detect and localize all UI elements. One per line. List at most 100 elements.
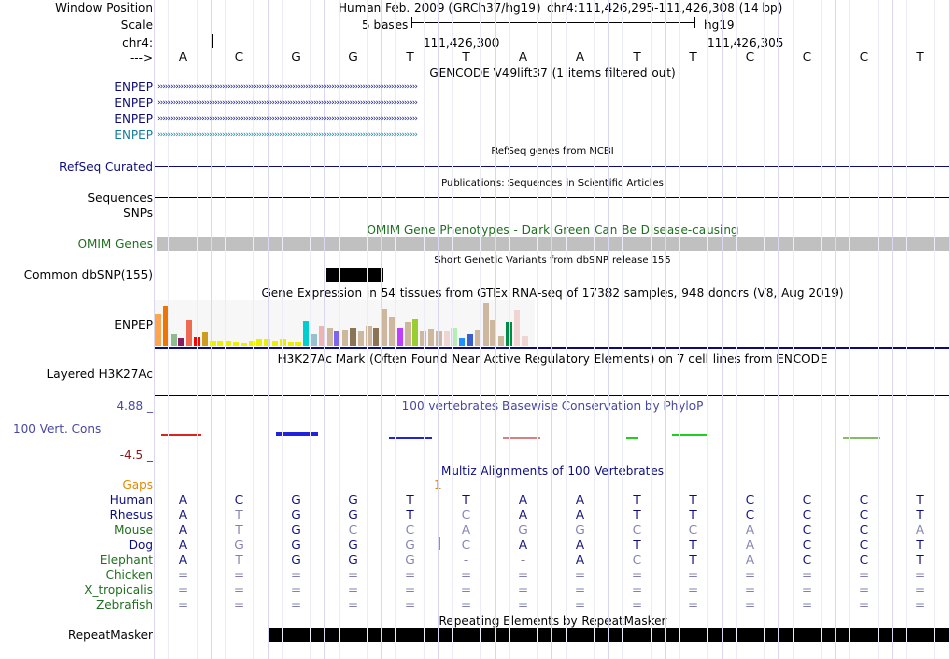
gtex-tissue-bar[interactable]	[217, 341, 224, 346]
multiz-base: T	[633, 538, 641, 552]
repeatmasker-label[interactable]: RepeatMasker	[68, 628, 153, 642]
multiz-base: C	[688, 523, 698, 537]
gtex-tissue-bar[interactable]	[498, 336, 505, 346]
dbsnp-label[interactable]: Common dbSNP(155)	[24, 268, 153, 282]
gtex-tissue-bar[interactable]	[225, 341, 232, 346]
omim-feature-bar[interactable]	[157, 237, 950, 251]
base-letter: T	[633, 50, 641, 64]
gtex-tissue-bar[interactable]	[404, 322, 411, 346]
gtex-tissue-bar[interactable]	[272, 341, 278, 346]
gencode-transcript-label[interactable]: ENPEP	[114, 96, 153, 110]
multiz-base: T	[235, 553, 243, 567]
gencode-transcript-arrows[interactable]: ››››››››››››››››››››››››››››››››››››››››…	[157, 98, 949, 109]
gtex-tissue-bar[interactable]	[459, 338, 466, 346]
gtex-tissue-bar[interactable]	[311, 334, 317, 346]
grid-line	[154, 0, 155, 659]
multiz-base: =	[744, 568, 756, 582]
gtex-tissue-bar[interactable]	[155, 314, 161, 346]
gencode-transcript-arrows[interactable]: ››››››››››››››››››››››››››››››››››››››››…	[157, 130, 949, 141]
gtex-title: Gene Expression in 54 tissues from GTEx …	[261, 286, 844, 300]
gtex-tissue-bar[interactable]	[467, 334, 473, 346]
multiz-species-label[interactable]: Zebrafish	[96, 598, 153, 612]
gtex-tissue-bar[interactable]	[521, 336, 528, 346]
gtex-tissue-bar[interactable]	[295, 342, 302, 346]
omim-label[interactable]: OMIM Genes	[78, 237, 153, 251]
gencode-transcript-label[interactable]: ENPEP	[114, 128, 153, 142]
gtex-tissue-bar[interactable]	[373, 328, 380, 346]
multiz-base: C	[859, 493, 869, 507]
gtex-tissue-bar[interactable]	[201, 332, 208, 346]
repeatmasker-element[interactable]	[269, 628, 950, 642]
h3k27ac-label[interactable]: Layered H3K27Ac	[47, 367, 153, 381]
gencode-transcript-label[interactable]: ENPEP	[114, 112, 153, 126]
base-letter: G	[291, 50, 301, 64]
gencode-title: GENCODE V49lift37 (1 items filtered out)	[429, 66, 676, 80]
multiz-base: G	[348, 493, 358, 507]
gtex-tissue-bar[interactable]	[396, 328, 403, 346]
multiz-species-label[interactable]: Mouse	[114, 523, 153, 537]
multiz-base: =	[404, 598, 416, 612]
gtex-tissue-bar[interactable]	[233, 342, 239, 346]
conservation-label[interactable]: 100 Vert. Cons	[13, 422, 101, 436]
scale-label: Scale	[120, 18, 153, 32]
gtex-tissue-bar[interactable]	[178, 338, 185, 346]
gtex-tissue-bar[interactable]	[342, 330, 349, 346]
dbsnp-variant[interactable]	[326, 268, 383, 282]
gtex-tissue-bar[interactable]	[381, 309, 388, 346]
gtex-chart[interactable]	[155, 300, 535, 346]
multiz-base: =	[233, 583, 245, 597]
multiz-base: G	[405, 538, 415, 552]
multiz-base: A	[178, 508, 188, 522]
gencode-transcript-arrows[interactable]: ››››››››››››››››››››››››››››››››››››››››…	[157, 82, 949, 93]
gtex-tissue-bar[interactable]	[443, 331, 450, 346]
multiz-base: T	[406, 493, 414, 507]
refseq-label[interactable]: RefSeq Curated	[59, 160, 153, 174]
multiz-base: =	[574, 568, 586, 582]
multiz-base: A	[575, 508, 585, 522]
multiz-species-label[interactable]: Human	[110, 493, 153, 507]
multiz-base: A	[461, 523, 471, 537]
base-letter: T	[916, 50, 924, 64]
multiz-base: T	[235, 508, 243, 522]
gtex-baseline	[155, 347, 950, 349]
multiz-base: =	[347, 568, 359, 582]
multiz-base: =	[290, 583, 302, 597]
gtex-tissue-bar[interactable]	[482, 303, 489, 346]
multiz-base: T	[406, 508, 414, 522]
multiz-species-label[interactable]: Elephant	[100, 553, 153, 567]
multiz-species-label[interactable]: Dog	[129, 538, 153, 552]
gtex-tissue-bar[interactable]	[170, 334, 177, 346]
gtex-tissue-bar[interactable]	[357, 331, 364, 346]
gtex-tissue-bar[interactable]	[326, 328, 333, 346]
multiz-base: C	[234, 493, 244, 507]
gtex-tissue-bar[interactable]	[428, 329, 434, 346]
gencode-transcript-label[interactable]: ENPEP	[114, 80, 153, 94]
gtex-tissue-bar[interactable]	[412, 319, 419, 346]
gtex-tissue-bar[interactable]	[186, 320, 193, 346]
multiz-base: T	[689, 553, 697, 567]
gaps-label[interactable]: Gaps	[122, 478, 153, 492]
multiz-base: G	[291, 493, 301, 507]
multiz-base: =	[801, 583, 813, 597]
gencode-transcript-arrows[interactable]: ››››››››››››››››››››››››››››››››››››››››…	[157, 114, 949, 125]
snps-label[interactable]: SNPs	[123, 206, 153, 220]
multiz-species-label[interactable]: X_tropicalis	[84, 583, 153, 597]
base-letter: T	[462, 50, 470, 64]
gtex-tissue-bar[interactable]	[513, 310, 520, 346]
base-letter: G	[348, 50, 358, 64]
multiz-species-label[interactable]: Chicken	[106, 568, 153, 582]
gtex-tissue-bar[interactable]	[350, 328, 356, 346]
gtex-tissue-bar[interactable]	[303, 321, 310, 346]
gtex-tissue-bar[interactable]	[287, 342, 294, 346]
gtex-tissue-bar[interactable]	[256, 339, 263, 346]
gtex-label[interactable]: ENPEP	[114, 318, 153, 332]
multiz-species-label[interactable]: Rhesus	[110, 508, 153, 522]
gtex-tissue-bar[interactable]	[240, 343, 247, 346]
multiz-base: =	[574, 598, 586, 612]
multiz-base: T	[916, 508, 924, 522]
sequences-label[interactable]: Sequences	[88, 191, 153, 205]
multiz-base: C	[859, 523, 869, 537]
multiz-base: C	[802, 538, 812, 552]
multiz-base: A	[745, 538, 755, 552]
multiz-base: G	[291, 553, 301, 567]
